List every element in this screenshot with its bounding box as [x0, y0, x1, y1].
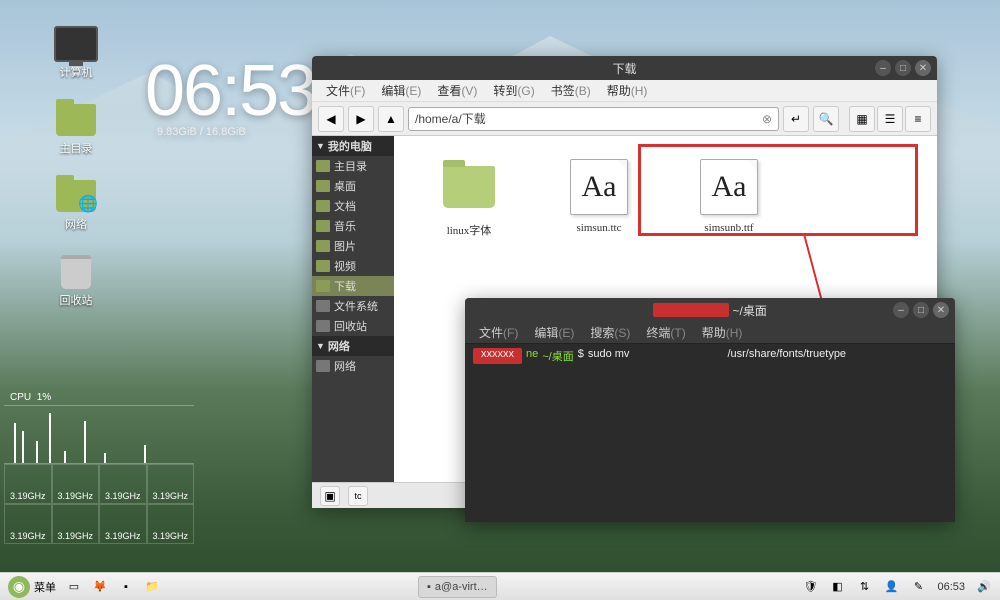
- menu-search[interactable]: 搜索(S): [584, 322, 636, 343]
- sidebar-item-home[interactable]: 主目录: [312, 156, 394, 176]
- sidebar-item-pictures[interactable]: 图片: [312, 236, 394, 256]
- nav-forward-button[interactable]: ▶: [348, 106, 374, 132]
- fm-menubar: 文件(F) 编辑(E) 查看(V) 转到(G) 书签(B) 帮助(H): [312, 80, 937, 102]
- taskbar-clock[interactable]: 06:53: [933, 581, 969, 593]
- term-titlebar[interactable]: xxxxxxxx ~/桌面 ‒ □ ✕: [465, 298, 955, 322]
- nav-back-button[interactable]: ◀: [318, 106, 344, 132]
- icon-label: 计算机: [46, 64, 106, 80]
- tray-shield-icon[interactable]: 🛡: [798, 575, 822, 599]
- minimize-button[interactable]: ‒: [893, 302, 909, 318]
- term-title: ~/桌面: [733, 302, 767, 319]
- trash-icon: [61, 255, 91, 289]
- start-menu-button[interactable]: ◉ 菜单: [4, 575, 60, 599]
- folder-home-icon: [56, 104, 96, 136]
- desktop-icon-computer[interactable]: 计算机: [46, 26, 106, 80]
- menu-go[interactable]: 转到(G): [487, 80, 540, 101]
- sidebar-item-filesystem[interactable]: 文件系统: [312, 296, 394, 316]
- disk-usage: 9.83GiB / 16.8GiB: [157, 126, 246, 138]
- sidebar-item-documents[interactable]: 文档: [312, 196, 394, 216]
- clock-time: 06:53: [145, 50, 315, 132]
- fm-toolbar: ◀ ▶ ▲ /home/a/下载 ⊗ ↵ 🔍 ▦ ☰ ≡: [312, 102, 937, 136]
- nav-up-button[interactable]: ▲: [378, 106, 404, 132]
- cpu-percent: 1%: [37, 392, 51, 403]
- icon-label: 主目录: [46, 140, 106, 156]
- monitor-icon: [54, 26, 98, 62]
- taskbar-active-task[interactable]: ▪ a@a-virt…: [418, 576, 497, 598]
- font-file-icon: Aa: [700, 159, 758, 215]
- sidebar-item-music[interactable]: 音乐: [312, 216, 394, 236]
- desktop-icon-home[interactable]: 主目录: [46, 102, 106, 156]
- term-path: ~/桌面: [542, 348, 573, 364]
- file-item-simsunb-ttf[interactable]: Aa simsunb.ttf: [684, 156, 774, 234]
- menu-edit[interactable]: 编辑(E): [375, 80, 427, 101]
- sidebar-section-computer[interactable]: ▼我的电脑: [312, 136, 394, 156]
- menu-file[interactable]: 文件(F): [473, 322, 524, 343]
- menu-file[interactable]: 文件(F): [320, 80, 371, 101]
- launcher-firefox[interactable]: 🦊: [88, 575, 112, 599]
- sidebar-item-videos[interactable]: 视频: [312, 256, 394, 276]
- redacted-user: xxxxxx: [473, 348, 522, 364]
- folder-icon: [443, 166, 495, 208]
- file-item-simsun-ttc[interactable]: Aa simsun.ttc: [554, 156, 644, 234]
- go-button[interactable]: ↵: [783, 106, 809, 132]
- view-icons-button[interactable]: ▦: [849, 106, 875, 132]
- clear-address-icon[interactable]: ⊗: [762, 112, 772, 126]
- tray-volume-icon[interactable]: 🔊: [972, 575, 996, 599]
- address-bar[interactable]: /home/a/下载 ⊗: [408, 107, 779, 131]
- icon-label: 回收站: [46, 292, 106, 308]
- close-button[interactable]: ✕: [933, 302, 949, 318]
- sidebar-item-desktop[interactable]: 桌面: [312, 176, 394, 196]
- menu-help[interactable]: 帮助(H): [696, 322, 749, 343]
- tray-pen-icon[interactable]: ✎: [906, 575, 930, 599]
- desktop-icon-trash[interactable]: 回收站: [46, 254, 106, 308]
- terminal-body[interactable]: xxxxxxne ~/桌面 $ sudo mv /usr/share/fonts…: [465, 344, 955, 522]
- tray-user-icon[interactable]: 👤: [879, 575, 903, 599]
- fm-sidebar: ▼我的电脑 主目录 桌面 文档 音乐 图片 视频 下载 文件系统 回收站 ▼网络…: [312, 136, 394, 482]
- sidebar-item-downloads[interactable]: 下载: [312, 276, 394, 296]
- fm-titlebar[interactable]: 下载 ‒ □ ✕: [312, 56, 937, 80]
- term-menubar: 文件(F) 编辑(E) 搜索(S) 终端(T) 帮助(H): [465, 322, 955, 344]
- terminal-window: xxxxxxxx ~/桌面 ‒ □ ✕ 文件(F) 编辑(E) 搜索(S) 终端…: [465, 298, 955, 522]
- maximize-button[interactable]: □: [913, 302, 929, 318]
- sidebar-toggle-button[interactable]: ▣: [320, 486, 340, 506]
- annotation-highlight-box: [638, 144, 918, 236]
- tray-updates-icon[interactable]: ◧: [825, 575, 849, 599]
- fm-title: 下载: [612, 60, 636, 77]
- file-item-folder[interactable]: linux字体: [424, 156, 514, 238]
- icon-label: 网络: [46, 216, 106, 232]
- clock-widget: 06:53 9.83GiB / 16.8GiB: [145, 50, 315, 138]
- launcher-files[interactable]: 📁: [140, 575, 164, 599]
- term-command-pre: sudo mv: [588, 348, 630, 364]
- address-path: /home/a/下载: [415, 110, 486, 127]
- menu-bookmarks[interactable]: 书签(B): [545, 80, 597, 101]
- redacted-text: xxxxxxxx: [653, 303, 729, 317]
- tray-network-icon[interactable]: ⇅: [852, 575, 876, 599]
- menu-edit[interactable]: 编辑(E): [528, 322, 580, 343]
- view-compact-button[interactable]: ≡: [905, 106, 931, 132]
- launcher-terminal[interactable]: ▪: [114, 575, 138, 599]
- folder-network-icon: [56, 180, 96, 212]
- cpu-graph: [4, 406, 194, 464]
- term-command-post: /usr/share/fonts/truetype: [727, 348, 846, 364]
- taskbar: ◉ 菜单 ▭ 🦊 ▪ 📁 ▪ a@a-virt… 🛡 ◧ ⇅ 👤 ✎ 06:53…: [0, 572, 1000, 600]
- sidebar-item-trash[interactable]: 回收站: [312, 316, 394, 336]
- mint-logo-icon: ◉: [8, 576, 30, 598]
- maximize-button[interactable]: □: [895, 60, 911, 76]
- search-button[interactable]: 🔍: [813, 106, 839, 132]
- menu-terminal[interactable]: 终端(T): [640, 322, 691, 343]
- close-button[interactable]: ✕: [915, 60, 931, 76]
- view-list-button[interactable]: ☰: [877, 106, 903, 132]
- sidebar-section-network[interactable]: ▼网络: [312, 336, 394, 356]
- terminal-toggle-button[interactable]: tc: [348, 486, 368, 506]
- show-desktop-button[interactable]: ▭: [62, 575, 86, 599]
- minimize-button[interactable]: ‒: [875, 60, 891, 76]
- desktop-icon-network[interactable]: 网络: [46, 178, 106, 232]
- menu-view[interactable]: 查看(V): [431, 80, 483, 101]
- sidebar-item-network[interactable]: 网络: [312, 356, 394, 376]
- font-file-icon: Aa: [570, 159, 628, 215]
- cpu-widget: CPU 1% 3.19GHz 3.19GHz 3.19GHz 3.19GHz 3…: [4, 390, 194, 550]
- menu-help[interactable]: 帮助(H): [601, 80, 654, 101]
